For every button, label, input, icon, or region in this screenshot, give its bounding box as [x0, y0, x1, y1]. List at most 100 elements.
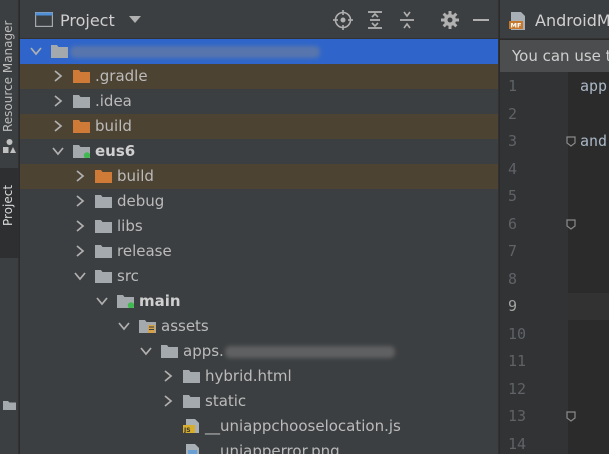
- tree-row[interactable]: __uniapperror.png: [20, 439, 498, 454]
- view-dropdown-icon[interactable]: [129, 16, 141, 24]
- caret-line-highlight: [568, 293, 609, 320]
- js-file-icon: JS: [183, 419, 199, 433]
- tree-row[interactable]: release: [20, 239, 498, 264]
- line-number: 12: [508, 379, 527, 398]
- line-number: 4: [508, 159, 518, 178]
- tree-row[interactable]: apps.: [20, 339, 498, 364]
- folder-icon: [3, 401, 16, 410]
- folder-icon: [95, 220, 112, 233]
- chevron-down-icon[interactable]: [118, 320, 130, 332]
- fold-marker-icon[interactable]: [566, 136, 576, 147]
- redacted-app-id: [225, 346, 395, 358]
- tree-row[interactable]: JS __uniappchooselocation.js: [20, 414, 498, 439]
- folder-icon: [183, 395, 200, 408]
- tree-row[interactable]: assets: [20, 314, 498, 339]
- panel-title: Project: [60, 11, 115, 30]
- manifest-file-icon: MF: [509, 12, 525, 30]
- chevron-right-icon[interactable]: [162, 370, 174, 382]
- chevron-right-icon[interactable]: [52, 120, 64, 132]
- project-tab[interactable]: Project: [0, 168, 19, 410]
- folder-icon: [73, 95, 90, 108]
- tree-row[interactable]: eus6: [20, 139, 498, 164]
- tool-window-strip: Resource Manager Project: [0, 0, 19, 454]
- orange-folder-icon: [73, 70, 90, 83]
- module-folder-icon: [73, 145, 90, 158]
- tree-item-label: static: [205, 392, 247, 410]
- tree-item-label: __uniapperror.png: [205, 442, 340, 454]
- tree-item-label: eus6: [95, 142, 136, 160]
- editor-tab[interactable]: MF AndroidM: [500, 0, 609, 39]
- tree-item-label: libs: [117, 217, 143, 235]
- tree-item-label: hybrid.html: [205, 367, 292, 385]
- editor-notification-bar: You can use t: [500, 40, 609, 72]
- resource-manager-tab[interactable]: Resource Manager: [0, 0, 19, 160]
- line-number: 14: [508, 434, 527, 453]
- collapse-all-icon[interactable]: [399, 10, 415, 30]
- minimize-icon[interactable]: [473, 19, 489, 22]
- notification-text: You can use t: [512, 47, 609, 65]
- line-number: 5: [508, 187, 518, 205]
- chevron-right-icon[interactable]: [74, 245, 86, 257]
- tree-row[interactable]: .gradle: [20, 64, 498, 89]
- chevron-right-icon[interactable]: [74, 195, 86, 207]
- image-file-icon: [186, 444, 199, 454]
- tree-item-label: __uniappchooselocation.js: [205, 417, 401, 435]
- tree-row[interactable]: build: [20, 164, 498, 189]
- project-folder-icon: [51, 45, 68, 58]
- chevron-down-icon[interactable]: [74, 270, 86, 282]
- tree-item-label: debug: [117, 192, 165, 210]
- project-panel: Project .gradle .idea build eus6 build d…: [20, 0, 498, 454]
- chevron-down-icon[interactable]: [30, 45, 42, 57]
- folder-icon: [161, 345, 178, 358]
- tree-item-label: main: [139, 292, 181, 310]
- tree-row[interactable]: [20, 39, 498, 64]
- chevron-right-icon[interactable]: [52, 95, 64, 107]
- chevron-down-icon[interactable]: [96, 295, 108, 307]
- line-number: 2: [508, 104, 518, 123]
- line-number: 6: [508, 214, 518, 233]
- tree-item-label: .idea: [95, 92, 132, 110]
- tree-row[interactable]: static: [20, 389, 498, 414]
- line-number: 11: [508, 352, 527, 370]
- tree-row[interactable]: hybrid.html: [20, 364, 498, 389]
- tree-row[interactable]: build: [20, 114, 498, 139]
- line-number: 13: [508, 407, 527, 425]
- chevron-right-icon[interactable]: [52, 70, 64, 82]
- project-tab-label: Project: [1, 184, 15, 226]
- line-number: 8: [508, 269, 518, 288]
- tree-item-label: .gradle: [95, 67, 148, 85]
- line-number: 7: [508, 242, 518, 260]
- resource-manager-icon: [3, 139, 16, 153]
- tree-row[interactable]: debug: [20, 189, 498, 214]
- line-number-gutter[interactable]: 1 2 3 4 5 6 7 8 9 10 11 12 13 14: [500, 72, 568, 454]
- tree-row[interactable]: .idea: [20, 89, 498, 114]
- fold-marker-icon[interactable]: [566, 218, 576, 230]
- locate-icon[interactable]: [333, 10, 353, 30]
- expand-all-icon[interactable]: [367, 10, 383, 30]
- editor-area: MF AndroidM You can use t 1 2 3 4 5 6 7 8 9 10 11 1…: [500, 0, 609, 454]
- editor-tab-label: AndroidM: [535, 11, 609, 30]
- orange-folder-icon: [95, 170, 112, 183]
- project-view-icon: [35, 12, 53, 27]
- chevron-right-icon[interactable]: [162, 395, 174, 407]
- fold-marker-icon[interactable]: [566, 411, 576, 422]
- folder-icon: [95, 270, 112, 283]
- gear-icon[interactable]: [441, 11, 459, 29]
- folder-icon: [95, 195, 112, 208]
- chevron-right-icon[interactable]: [74, 220, 86, 232]
- folder-icon: [95, 245, 112, 258]
- tree-row[interactable]: main: [20, 289, 498, 314]
- svg-text:JS: JS: [183, 427, 191, 433]
- line-number: 1: [508, 77, 518, 95]
- svg-text:MF: MF: [511, 22, 522, 30]
- chevron-down-icon[interactable]: [140, 345, 152, 357]
- chevron-right-icon[interactable]: [74, 170, 86, 182]
- tree-row[interactable]: src: [20, 264, 498, 289]
- resource-manager-label: Resource Manager: [1, 20, 15, 132]
- line-number: 3: [508, 132, 518, 150]
- tree-row[interactable]: libs: [20, 214, 498, 239]
- folder-icon: [183, 370, 200, 383]
- project-panel-header: Project: [20, 0, 498, 39]
- tree-item-label: src: [117, 267, 139, 285]
- chevron-down-icon[interactable]: [52, 145, 64, 157]
